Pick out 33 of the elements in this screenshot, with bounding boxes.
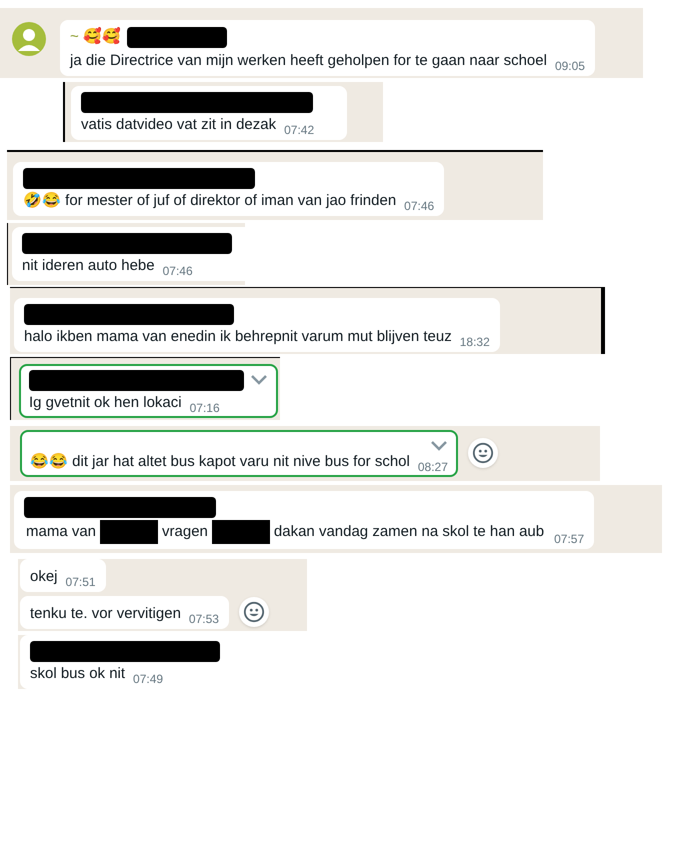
chevron-down-icon[interactable] (250, 374, 268, 386)
message-time: 18:32 (460, 334, 490, 348)
smiley-icon (242, 601, 265, 623)
message-time: 08:27 (418, 460, 448, 474)
message-time: 07:42 (284, 122, 314, 136)
message-text: ja die Directrice van mijn werken heeft geholpen for te gaan naar schoel (70, 50, 547, 70)
message-time: 07:57 (554, 532, 584, 546)
message-time: 07:49 (133, 672, 164, 686)
message-text: 🤣😂 for mester of juf of direktor of iman van jao frinden (23, 190, 396, 210)
message-text: okej (30, 566, 58, 586)
message-time: 07:51 (66, 574, 96, 588)
message-text: vragen (162, 522, 208, 542)
message-text: skol bus ok nit (30, 664, 126, 684)
message-time: 07:46 (404, 198, 434, 212)
redaction-bar (100, 520, 158, 544)
message-text: mama van (26, 522, 96, 542)
chevron-down-icon[interactable] (430, 440, 448, 452)
smiley-icon (472, 442, 494, 464)
message-text: tenku te. vor vervitigen (30, 604, 181, 624)
emoji-reaction-button[interactable] (238, 597, 269, 627)
message-text: nit ideren auto hebe (22, 256, 155, 276)
message-time: 09:05 (554, 58, 585, 72)
message-time: 07:16 (190, 400, 220, 414)
message-time: 07:53 (188, 612, 219, 626)
message-text: halo ikben mama van enedin ik behrepnit varum mut blijven teuz (24, 326, 452, 346)
emoji-reaction-button[interactable] (468, 438, 498, 468)
message-text: Ig gvetnit ok hen lokaci (29, 392, 182, 412)
redaction-bar (212, 520, 270, 544)
message-time: 07:46 (162, 264, 193, 278)
sender-name: ~ 🥰🥰 (70, 26, 121, 47)
message-text: vatis datvideo vat zit in dezak (81, 114, 276, 134)
message-text: 😂😂 dit jar hat altet bus kapot varu nit nive bus for schol (30, 452, 410, 472)
message-text: dakan vandag zamen na skol te han aub (274, 522, 544, 542)
